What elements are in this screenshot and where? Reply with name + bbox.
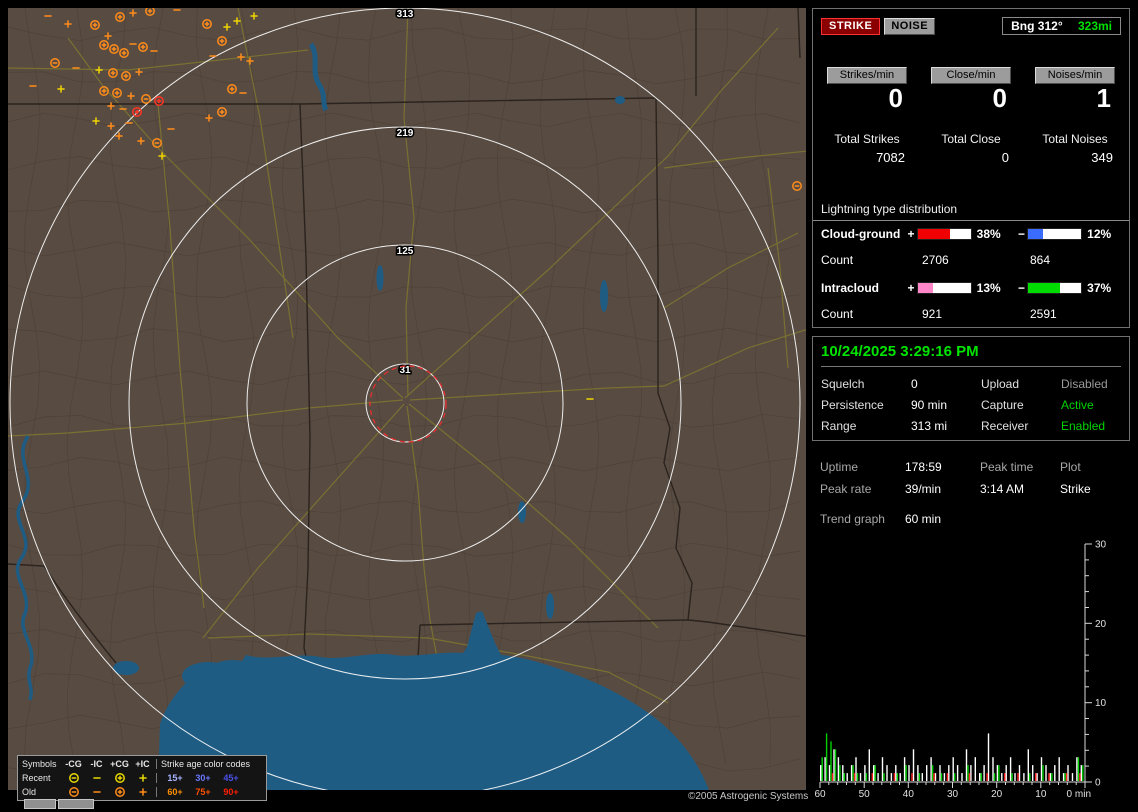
uptime-label: Uptime (820, 460, 859, 474)
session-stats: Uptime 178:59 Peak time Plot Peak rate 3… (820, 460, 1122, 526)
setting-cell: 313 mi (911, 419, 948, 433)
legend-col-pos-ic: +IC (135, 759, 150, 769)
svg-text:0 min: 0 min (1067, 789, 1091, 800)
svg-text:0: 0 (1095, 778, 1101, 789)
uptime-value: 178:59 (905, 460, 942, 474)
total-close-label: Total Close (941, 132, 1001, 146)
bearing-value: 323mi (1077, 19, 1112, 33)
svg-text:20: 20 (1095, 619, 1107, 630)
distribution-row: Intracloud +13% −37% (821, 281, 1112, 295)
peak-rate-label: Peak rate (820, 482, 872, 496)
legend-symbols-header: Symbols (22, 759, 57, 769)
svg-text:60: 60 (814, 789, 826, 800)
total-strikes-value: 7082 (876, 150, 905, 165)
setting-cell: Persistence (821, 398, 884, 412)
setting-cell: Squelch (821, 377, 865, 391)
plot-value: Strike (1060, 482, 1091, 496)
legend-col-neg-cg: -CG (65, 759, 82, 769)
strike-stats-panel: STRIKE NOISE Bng 312° 323mi Strikes/min … (812, 8, 1130, 328)
age-code: 15+ (167, 773, 183, 783)
total-close-value: 0 (1001, 150, 1009, 165)
svg-text:10: 10 (1035, 789, 1047, 800)
noises-per-min-chip[interactable]: Noises/min (1034, 67, 1116, 84)
mc-symbol-icon (68, 773, 79, 783)
total-noises-label: Total Noises (1042, 132, 1108, 146)
close-per-min-chip[interactable]: Close/min (930, 67, 1012, 84)
setting-cell: 0 (911, 377, 918, 391)
setting-cell: Disabled (1061, 377, 1108, 391)
count-row: Count 2706 864 (821, 253, 1051, 267)
strikes-per-min-chip[interactable]: Strikes/min (826, 67, 908, 84)
svg-text:20: 20 (991, 789, 1003, 800)
setting-cell: Range (821, 419, 857, 433)
legend-col-pos-cg: +CG (110, 759, 129, 769)
pc-symbol-icon (114, 773, 125, 783)
peak-time-value: 3:14 AM (980, 482, 1025, 496)
noise-button[interactable]: NOISE (884, 17, 936, 35)
legend-row: Old 60+ 75+ 90+ (20, 785, 264, 799)
legend-col-neg-ic: -IC (90, 759, 103, 769)
mc-symbol-icon (68, 787, 79, 797)
setting-cell: 90 min (911, 398, 948, 412)
age-code: 45+ (223, 773, 239, 783)
copyright: ©2005 Astrogenic Systems (688, 791, 809, 802)
svg-text:10: 10 (1095, 698, 1107, 709)
setting-cell: Active (1061, 398, 1094, 412)
age-code: 75+ (195, 787, 211, 797)
legend-age-header: Strike age color codes (156, 759, 264, 769)
svg-text:219: 219 (397, 128, 414, 139)
status-panel: 10/24/2025 3:29:16 PM Squelch 0 Upload Disa… (812, 336, 1130, 441)
p-symbol-icon (138, 788, 147, 796)
settings-grid: Squelch 0 Upload Disabled Persistence 90 min C… (821, 377, 1121, 433)
plot-label: Plot (1060, 460, 1081, 474)
trend-graph-label: Trend graph (820, 512, 885, 526)
age-code: 60+ (167, 787, 183, 797)
setting-cell: Capture (981, 398, 1024, 412)
count-row: Count 921 2591 (821, 307, 1057, 321)
datetime-display: 10/24/2025 3:29:16 PM (821, 343, 1121, 367)
svg-text:50: 50 (859, 789, 871, 800)
trend-axes (819, 543, 1092, 788)
trend-graph-value: 60 min (905, 512, 942, 526)
pc-symbol-icon (114, 787, 125, 797)
svg-text:30: 30 (947, 789, 959, 800)
close-per-min-value: 0 (992, 83, 1007, 113)
strike-button[interactable]: STRIKE (821, 17, 881, 35)
bearing-label: Bng 312° (1011, 19, 1063, 33)
p-symbol-icon (138, 774, 147, 782)
noises-per-min-value: 1 (1096, 83, 1111, 113)
svg-text:125: 125 (397, 246, 414, 257)
peak-time-label: Peak time (980, 460, 1034, 474)
age-code: 30+ (195, 773, 211, 783)
strikes-per-min-value: 0 (888, 83, 903, 113)
peak-rate-value: 39/min (905, 482, 942, 496)
trend-chart: 30 20 10 0 60 50 40 30 20 10 0 min (814, 540, 1107, 801)
setting-cell: Enabled (1061, 419, 1106, 433)
svg-text:313: 313 (397, 9, 414, 20)
svg-text:30: 30 (1095, 540, 1107, 551)
lightning-map[interactable]: 31321912531 (7, 6, 819, 799)
taskbar-chip-2[interactable] (58, 799, 94, 809)
m-symbol-icon (92, 791, 101, 793)
legend-row: Recent 15+ 30+ 45+ (20, 771, 264, 785)
taskbar-chip-1[interactable] (24, 799, 56, 809)
strike-legend: Symbols -CG -IC +CG +IC Strike age color… (17, 755, 267, 801)
setting-cell: Upload (981, 377, 1020, 391)
svg-text:40: 40 (903, 789, 915, 800)
m-symbol-icon (92, 777, 101, 779)
age-code: 90+ (223, 787, 239, 797)
total-noises-value: 349 (1091, 150, 1113, 165)
bearing-display: Bng 312° 323mi (1002, 17, 1121, 35)
distribution-title: Lightning type distribution (813, 202, 1129, 221)
distribution-row: Cloud-ground +38% −12% (821, 227, 1112, 241)
setting-cell: Receiver (981, 419, 1029, 433)
total-strikes-label: Total Strikes (834, 132, 900, 146)
map-view[interactable]: 313 219 125 31 (7, 6, 819, 799)
